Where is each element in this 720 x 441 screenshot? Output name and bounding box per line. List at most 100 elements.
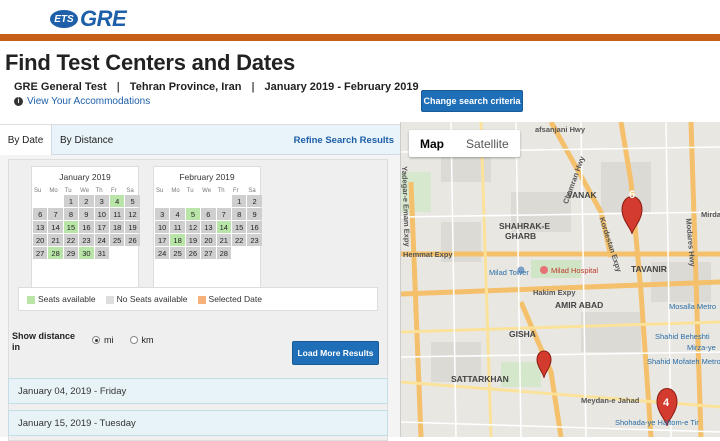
radio-mi-label[interactable]: mi — [104, 335, 114, 345]
accommodations-link[interactable]: i View Your Accommodations — [14, 96, 150, 107]
calendar-day: 6 — [33, 208, 48, 220]
calendar-day: 27 — [201, 247, 216, 259]
map-label-hemmat: Hemmat Expy — [403, 250, 453, 259]
calendar-day: 14 — [48, 221, 63, 233]
weekday-label: Mo — [49, 188, 58, 194]
weekday-label: We — [202, 188, 212, 194]
change-search-criteria-button[interactable]: Change search criteria — [421, 90, 523, 112]
top-header: ETS GRE — [0, 0, 720, 34]
calendar-day: 21 — [216, 234, 231, 246]
calendar-day-available[interactable]: 30 — [79, 247, 94, 259]
weekday-label: Fr — [110, 188, 117, 194]
calendar-day: 15 — [231, 221, 247, 233]
map-label-milad-hospital: Milad Hospital — [551, 266, 599, 275]
map-label-sattarkhan: SATTARKHAN — [451, 374, 509, 384]
map-tab-map[interactable]: Map — [409, 130, 455, 157]
result-date-row[interactable]: January 04, 2019 - Friday — [8, 378, 388, 404]
calendar-day: 12 — [185, 221, 201, 233]
map-label-mirdam: Mirdam — [701, 210, 720, 219]
ets-gre-logo[interactable]: ETS GRE — [50, 6, 127, 32]
calendar-day: 2 — [247, 195, 262, 207]
map-tab-satellite[interactable]: Satellite — [455, 130, 520, 157]
calendar-day: 19 — [185, 234, 201, 246]
calendar-day: 8 — [231, 208, 247, 220]
accommodations-link-label[interactable]: View Your Accommodations — [27, 96, 150, 107]
calendar-day: 26 — [185, 247, 201, 259]
tab-by-distance[interactable]: By Distance — [60, 125, 113, 155]
info-icon: i — [14, 97, 23, 106]
hospital-icon — [540, 266, 548, 274]
map-label-afsanjani: afsanjani Hwy — [535, 125, 586, 134]
weekday-label: Mo — [171, 188, 180, 194]
calendar-day: 11 — [109, 208, 125, 220]
calendar-day: 9 — [247, 208, 262, 220]
refine-search-link[interactable]: Refine Search Results — [294, 125, 394, 155]
calendar-day: 8 — [63, 208, 79, 220]
calendar-day: 4 — [170, 208, 185, 220]
calendar-day-available[interactable]: 28 — [48, 247, 63, 259]
weekday-label: Tu — [64, 188, 72, 194]
calendar-day: 24 — [155, 247, 170, 259]
marker-4-label: 4 — [663, 397, 670, 409]
ets-logo-badge: ETS — [50, 10, 78, 28]
calendar-day: 7 — [48, 208, 63, 220]
result-date-row[interactable]: January 15, 2019 - Tuesday — [8, 410, 388, 436]
calendar-blank — [217, 195, 231, 207]
map-label-shahrak: SHAHRAK-E — [499, 221, 550, 231]
calendar-day-available[interactable]: 4 — [109, 195, 125, 207]
calendar-day: 6 — [201, 208, 216, 220]
available-swatch — [27, 295, 35, 304]
results-tabs: By Date By Distance Refine Search Result… — [0, 125, 400, 155]
calendar-days: 1 2 3 4 5 6 7 8 9 10 11 12 13 14 15 16 17 18 19 20 21 22 23 24 2… — [32, 195, 140, 259]
calendar-day: 24 — [94, 234, 109, 246]
calendar-day-available[interactable]: 18 — [170, 234, 185, 246]
calendar-day: 1 — [231, 195, 247, 207]
calendar-day: 22 — [63, 234, 79, 246]
results-panel: By Date By Distance Refine Search Result… — [0, 124, 400, 441]
weekday-label: Tu — [186, 188, 194, 194]
calendar-day: 25 — [109, 234, 125, 246]
legend-available: Seats available — [27, 294, 96, 304]
calendar-day: 9 — [79, 208, 94, 220]
calendar-day: 16 — [247, 221, 262, 233]
tab-by-date[interactable]: By Date — [0, 125, 52, 155]
calendar-weekdays: Su Mo Tu We Th Fr Sa — [32, 188, 138, 194]
radio-km-label[interactable]: km — [142, 335, 154, 345]
calendar-day: 23 — [247, 234, 262, 246]
gre-logo-text: GRE — [80, 6, 127, 31]
calendar-day: 13 — [33, 221, 48, 233]
calendar-day: 28 — [216, 247, 231, 259]
calendar-day: 17 — [155, 234, 170, 246]
calendar-day-available[interactable]: 15 — [63, 221, 79, 233]
calendar-day: 31 — [94, 247, 109, 259]
calendar-day: 23 — [79, 234, 94, 246]
selected-swatch — [197, 295, 206, 304]
weekday-label: Sa — [248, 188, 256, 194]
weekday-label: Th — [95, 188, 103, 194]
calendar-day: 7 — [216, 208, 231, 220]
calendar-day: 22 — [231, 234, 247, 246]
map-label-amir-abad: AMIR ABAD — [555, 300, 604, 310]
calendar-day-available[interactable]: 5 — [185, 208, 201, 220]
criteria-location: Tehran Province, Iran — [129, 81, 242, 93]
radio-km[interactable] — [129, 336, 138, 344]
legend-selected: Selected Date — [197, 294, 262, 304]
criteria-separator: | — [116, 81, 120, 93]
map-label-mofateh: Shahid Mofateh Metro — [647, 357, 720, 366]
map-label-hakim: Hakim Expy — [533, 288, 576, 297]
radio-mi[interactable] — [92, 336, 100, 344]
map-view[interactable]: Map Satellite afsanjani Hwy VANAK SHAHRA… — [400, 122, 720, 437]
calendar-blank — [186, 195, 200, 207]
calendar-day: 17 — [94, 221, 109, 233]
calendar-day: 10 — [94, 208, 109, 220]
calendar-blank — [155, 195, 169, 207]
map-roads — [401, 122, 720, 437]
calendar-january: January 2019 Su Mo Tu We Th Fr Sa 1 2 3 4 5 6 7 8 9 10 1… — [31, 166, 140, 288]
distance-unit-label: Show distance in — [12, 331, 76, 352]
criteria-dates: January 2019 - February 2019 — [264, 81, 419, 93]
legend-available-label: Seats available — [38, 294, 96, 304]
no-seats-swatch — [105, 295, 114, 304]
calendar-day-available[interactable]: 14 — [216, 221, 231, 233]
load-more-results-button[interactable]: Load More Results — [292, 341, 379, 365]
calendar-day: 1 — [63, 195, 79, 207]
